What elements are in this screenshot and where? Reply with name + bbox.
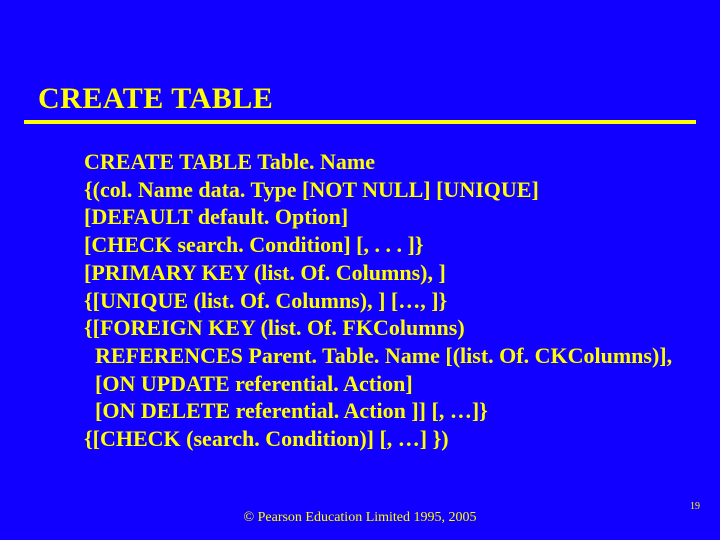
body-text: CREATE TABLE Table. Name {(col. Name dat… [84,148,672,453]
code-line: [CHECK search. Condition] [, . . . ]} [84,231,672,259]
code-line: {[FOREIGN KEY (list. Of. FKColumns) [84,314,672,342]
code-line: REFERENCES Parent. Table. Name [(list. O… [84,342,672,370]
slide-title: CREATE TABLE [38,82,273,116]
code-line: {[UNIQUE (list. Of. Columns), ] […, ]} [84,287,672,315]
code-line: [ON DELETE referential. Action ]] [, …]} [84,397,672,425]
page-number: 19 [690,501,700,512]
code-line: {(col. Name data. Type [NOT NULL] [UNIQU… [84,176,672,204]
code-line: {[CHECK (search. Condition)] [, …] }) [84,425,672,453]
code-line: CREATE TABLE Table. Name [84,148,672,176]
code-line: [ON UPDATE referential. Action] [84,370,672,398]
title-underline [24,120,696,124]
slide: CREATE TABLE CREATE TABLE Table. Name {(… [0,0,720,540]
code-line: [PRIMARY KEY (list. Of. Columns), ] [84,259,672,287]
code-line: [DEFAULT default. Option] [84,203,672,231]
footer-copyright: © Pearson Education Limited 1995, 2005 [0,510,720,526]
